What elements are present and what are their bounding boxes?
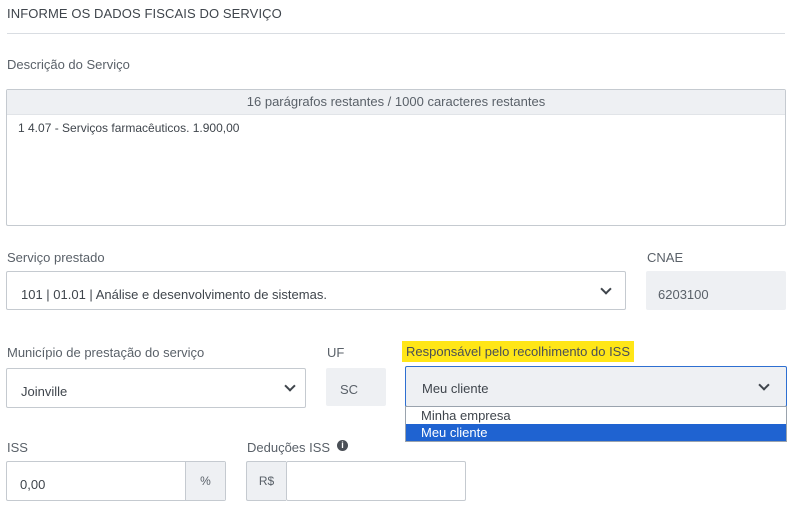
descricao-textarea[interactable]: 16 parágrafos restantes / 1000 caractere… <box>6 89 786 226</box>
uf-label: UF <box>327 345 345 360</box>
section-divider <box>7 33 785 34</box>
municipio-label: Município de prestação do serviço <box>7 345 205 360</box>
servico-select[interactable]: 101 | 01.01 | Análise e desenvolvimento … <box>6 271 626 310</box>
responsavel-dropdown: Minha empresa Meu cliente <box>405 406 787 442</box>
cnae-field: 6203100 <box>646 271 786 310</box>
section-title: INFORME OS DADOS FISCAIS DO SERVIÇO <box>7 6 282 21</box>
responsavel-label: Responsável pelo recolhimento do ISS <box>402 341 635 362</box>
municipio-value: Joinville <box>21 384 68 399</box>
chevron-down-icon <box>284 380 296 392</box>
descricao-label: Descrição do Serviço <box>7 57 130 72</box>
option-minha-empresa[interactable]: Minha empresa <box>406 407 786 424</box>
iss-input[interactable]: 0,00 % <box>6 461 226 501</box>
uf-field: SC <box>326 368 386 406</box>
deducoes-input[interactable] <box>286 461 466 501</box>
descricao-text[interactable]: 1 4.07 - Serviços farmacêuticos. 1.900,0… <box>18 121 239 135</box>
uf-value: SC <box>340 382 359 397</box>
responsavel-value: Meu cliente <box>422 381 489 396</box>
deducoes-currency-addon: R$ <box>246 461 286 501</box>
info-circle-icon[interactable]: i <box>337 440 348 451</box>
cnae-label: CNAE <box>647 250 684 265</box>
servico-label: Serviço prestado <box>7 250 105 265</box>
responsavel-select[interactable]: Meu cliente <box>405 366 787 407</box>
chevron-down-icon <box>758 379 770 391</box>
deducoes-label: Deduções ISS <box>247 440 331 455</box>
descricao-counter: 16 parágrafos restantes / 1000 caractere… <box>7 90 785 115</box>
iss-value: 0,00 <box>20 477 46 492</box>
servico-value: 101 | 01.01 | Análise e desenvolvimento … <box>21 287 327 302</box>
iss-percent-addon: % <box>185 462 225 500</box>
cnae-value: 6203100 <box>658 287 709 302</box>
municipio-select[interactable]: Joinville <box>6 368 306 408</box>
iss-label: ISS <box>7 440 28 455</box>
chevron-down-icon <box>600 283 612 295</box>
option-meu-cliente[interactable]: Meu cliente <box>406 424 786 441</box>
